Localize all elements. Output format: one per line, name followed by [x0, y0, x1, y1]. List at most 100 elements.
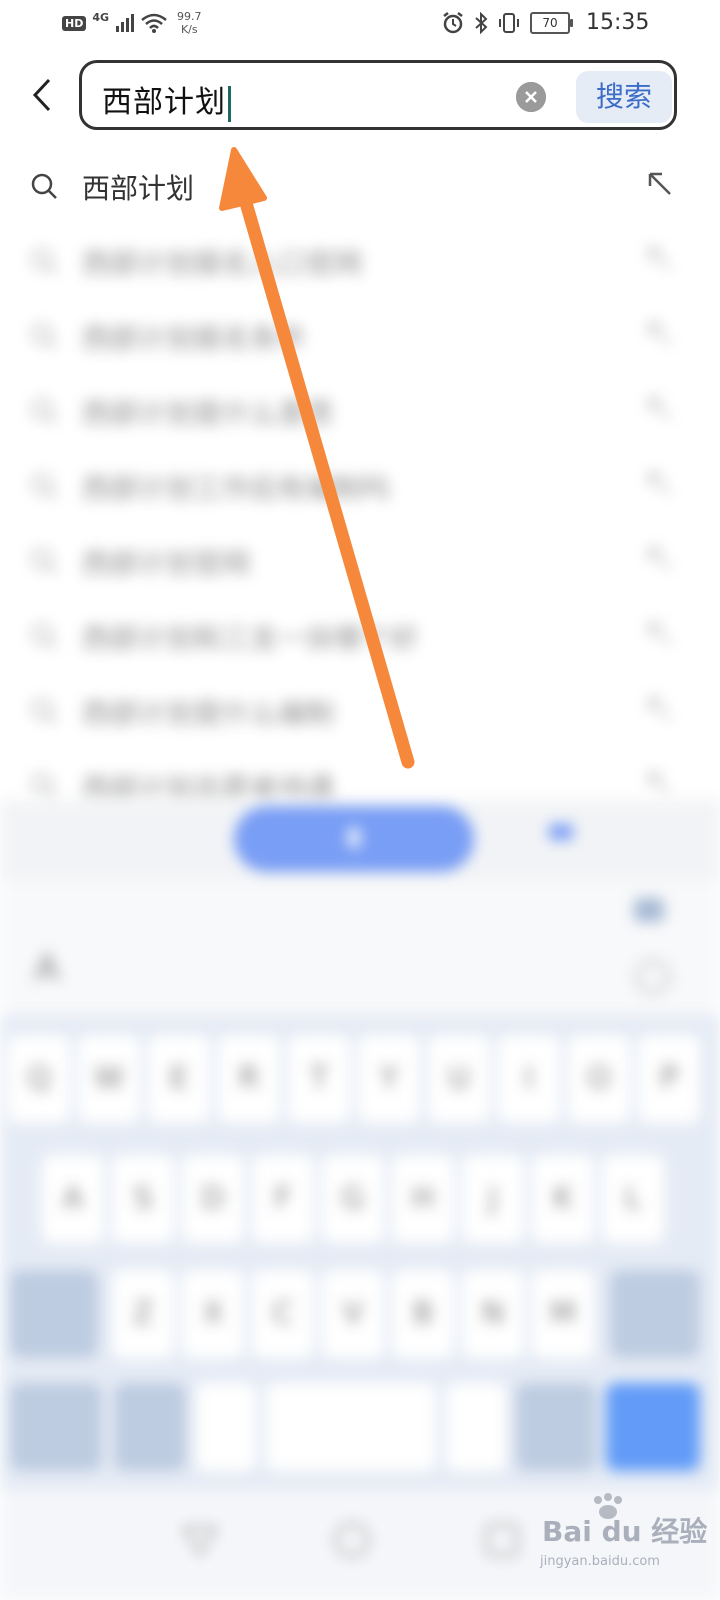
key-z[interactable]: Z	[112, 1270, 174, 1358]
search-icon	[31, 548, 57, 574]
search-icon	[31, 323, 57, 349]
search-query-text: 西部计划	[102, 85, 226, 120]
key-d[interactable]: D	[182, 1155, 244, 1243]
suggestion-text: 西部计划报名条件	[82, 322, 307, 355]
fill-query-icon[interactable]	[646, 395, 674, 423]
fill-query-icon[interactable]	[646, 320, 674, 348]
text-caret	[228, 86, 231, 122]
speed-unit: K/s	[180, 23, 198, 36]
key-j[interactable]: J	[462, 1155, 524, 1243]
fill-query-icon[interactable]	[646, 695, 674, 723]
suggestion-item[interactable]: 西部计划官网	[0, 525, 720, 600]
fill-query-icon[interactable]	[646, 170, 674, 198]
key-b[interactable]: B	[392, 1270, 454, 1358]
search-icon	[31, 398, 57, 424]
key-l[interactable]: L	[602, 1155, 664, 1243]
suggestion-text: 西部计划报名入口官网	[82, 247, 363, 280]
status-right: 70	[442, 12, 573, 34]
period-key[interactable]	[446, 1383, 506, 1471]
bluetooth-icon	[475, 12, 488, 34]
nav-back-icon[interactable]	[180, 1520, 220, 1560]
suggestion-text: 西部计划是什么编制	[82, 697, 335, 730]
suggestion-text: 西部计划工作后有编制吗	[82, 472, 391, 505]
shift-key[interactable]	[10, 1270, 98, 1358]
suggestion-text: 西部计划	[82, 172, 195, 205]
suggestion-item[interactable]: 西部计划工作后有编制吗	[0, 450, 720, 525]
key-m[interactable]: M	[532, 1270, 594, 1358]
suggestion-item[interactable]: 西部计划报名条件	[0, 300, 720, 375]
fill-query-icon[interactable]	[646, 470, 674, 498]
clear-button[interactable]	[516, 82, 546, 112]
fill-query-icon[interactable]	[646, 770, 674, 798]
key-r[interactable]: R	[218, 1035, 280, 1123]
watermark-site: jingyan.baidu.com	[540, 1554, 660, 1569]
search-icon	[31, 173, 57, 199]
fill-query-icon[interactable]	[646, 245, 674, 273]
key-g[interactable]: G	[322, 1155, 384, 1243]
suggestion-item[interactable]: 西部计划和三支一扶哪个好	[0, 600, 720, 675]
search-icon	[31, 698, 57, 724]
suggestion-item[interactable]: 西部计划是什么编制	[0, 675, 720, 750]
search-box[interactable]: 西部计划 搜索	[79, 60, 677, 130]
key-t[interactable]: T	[288, 1035, 350, 1123]
suggestion-list: 西部计划 西部计划报名入口官网 西部计划报名条件 西部计划是什么意思 西部计划工…	[0, 150, 720, 825]
key-p[interactable]: P	[638, 1035, 700, 1123]
search-icon	[31, 248, 57, 274]
status-left: HD 4G 99.7 K/s	[62, 10, 202, 36]
suggestion-text: 西部计划官网	[82, 547, 251, 580]
alarm-icon	[443, 12, 463, 34]
key-i[interactable]: I	[498, 1035, 560, 1123]
voice-link[interactable]	[548, 822, 574, 847]
comma-key[interactable]	[196, 1383, 256, 1471]
key-k[interactable]: K	[532, 1155, 594, 1243]
suggestion-text: 西部计划和三支一扶哪个好	[82, 622, 419, 655]
network-label: 4G	[92, 10, 110, 24]
clock: 15:35	[586, 10, 650, 35]
key-f[interactable]: F	[252, 1155, 314, 1243]
language-key[interactable]	[516, 1383, 596, 1471]
key-h[interactable]: H	[392, 1155, 454, 1243]
nav-home-icon[interactable]	[332, 1520, 372, 1560]
key-w[interactable]: W	[78, 1035, 140, 1123]
space-key[interactable]	[266, 1383, 436, 1471]
hd-badge: HD	[62, 15, 87, 31]
signal-icon	[116, 14, 135, 32]
suggestion-item[interactable]: 西部计划是什么意思	[0, 375, 720, 450]
candidate-bar	[0, 880, 720, 1015]
pinyin-candidate[interactable]	[32, 951, 62, 989]
emoji-icon[interactable]	[636, 960, 670, 994]
key-x[interactable]: X	[182, 1270, 244, 1358]
nav-recents-icon[interactable]	[482, 1520, 522, 1560]
fill-query-icon[interactable]	[646, 620, 674, 648]
enter-key[interactable]	[606, 1383, 700, 1471]
wifi-icon	[141, 13, 167, 33]
speed-value: 99.7	[177, 10, 202, 23]
keyboard-toggle-icon	[549, 824, 573, 840]
watermark: Bai du 经验 jingyan.baidu.com	[540, 1492, 710, 1592]
suggestion-item[interactable]: 西部计划	[0, 150, 720, 225]
toolbar-icon[interactable]	[634, 898, 664, 922]
key-s[interactable]: S	[112, 1155, 174, 1243]
search-input[interactable]: 西部计划	[102, 77, 231, 122]
key-n[interactable]: N	[462, 1270, 524, 1358]
key-e[interactable]: E	[148, 1035, 210, 1123]
search-icon	[31, 473, 57, 499]
key-c[interactable]: C	[252, 1270, 314, 1358]
symbol-key[interactable]	[10, 1383, 102, 1471]
status-bar: HD 4G 99.7 K/s 70 15:35	[0, 0, 720, 50]
key-u[interactable]: U	[428, 1035, 490, 1123]
voice-search-button[interactable]	[234, 806, 474, 872]
suggestion-text: 西部计划是什么意思	[82, 397, 335, 430]
suggestion-item[interactable]: 西部计划报名入口官网	[0, 225, 720, 300]
key-y[interactable]: Y	[358, 1035, 420, 1123]
number-key[interactable]	[114, 1383, 186, 1471]
fill-query-icon[interactable]	[646, 545, 674, 573]
search-button[interactable]: 搜索	[576, 71, 672, 123]
backspace-key[interactable]	[610, 1270, 700, 1358]
key-q[interactable]: Q	[8, 1035, 70, 1123]
microphone-icon	[345, 827, 363, 853]
key-v[interactable]: V	[322, 1270, 384, 1358]
key-o[interactable]: O	[568, 1035, 630, 1123]
back-button[interactable]	[24, 72, 60, 118]
key-a[interactable]: A	[42, 1155, 104, 1243]
